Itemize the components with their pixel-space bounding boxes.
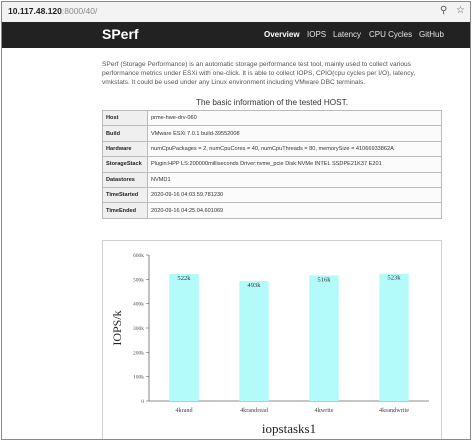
bookmark-star-icon[interactable]: ☆ bbox=[456, 5, 465, 16]
zoom-icon[interactable]: ⚲ bbox=[440, 5, 447, 16]
url-path: :8000/40/ bbox=[61, 6, 98, 16]
nav-latency[interactable]: Latency bbox=[333, 30, 361, 39]
table-row: TimeStarted 2020-09-16 04:03.59.781230 bbox=[102, 186, 442, 204]
x-tick-label: 4krandread bbox=[240, 407, 269, 414]
bar-data-label: 522k bbox=[177, 275, 191, 282]
y-axis-title: IOPS/k bbox=[110, 310, 124, 345]
y-tick-label: 0 bbox=[141, 399, 144, 405]
bar-data-label: 516k bbox=[317, 276, 331, 283]
row-key: TimeStarted bbox=[102, 186, 148, 204]
y-tick-label: 100k bbox=[133, 375, 144, 381]
y-tick-label: 300k bbox=[133, 326, 144, 332]
y-tick-label: 500k bbox=[133, 277, 144, 283]
y-tick-label: 600k bbox=[133, 253, 144, 259]
x-tick-label: 4krandwrite bbox=[379, 407, 409, 414]
x-tick-label: 4krand bbox=[175, 407, 193, 414]
row-value: NVMD1 bbox=[147, 171, 442, 188]
nav-overview[interactable]: Overview bbox=[264, 30, 300, 39]
y-tick-label: 400k bbox=[133, 302, 144, 308]
row-value: Plugin:HPP LS:200000milliseconds Driver:… bbox=[147, 156, 442, 173]
x-tick-label: 4kwrite bbox=[315, 407, 334, 414]
row-value: prme-hwe-drv-060 bbox=[147, 109, 442, 127]
table-row: Build VMware ESXi 7.0.1 build-39552008 bbox=[102, 125, 442, 142]
bar bbox=[379, 273, 409, 401]
table-row: TimeEnded 2020-09-16 04:25.04.601069 bbox=[102, 202, 442, 219]
nav-cpu-cycles[interactable]: CPU Cycles bbox=[369, 30, 412, 39]
table-row: StorageStack Plugin:HPP LS:200000millisec… bbox=[102, 156, 442, 173]
row-key: Build bbox=[102, 125, 148, 142]
row-value: 2020-09-16 04:25.04.601069 bbox=[147, 202, 442, 219]
table-row: Datastores NVMD1 bbox=[102, 171, 442, 188]
row-key: Host bbox=[102, 109, 148, 127]
bar-data-label: 493k bbox=[247, 282, 261, 289]
row-value: numCpuPackages = 2, numCpuCores = 40, nu… bbox=[147, 140, 442, 158]
brand-logo[interactable]: SPerf bbox=[102, 26, 139, 42]
row-key: Hardware bbox=[102, 140, 148, 158]
bar bbox=[239, 281, 269, 401]
bar bbox=[309, 275, 339, 401]
host-table-title: The basic information of the tested HOST… bbox=[196, 98, 348, 107]
host-info-table: Host prme-hwe-drv-060 Build VMware ESXi 7.… bbox=[102, 109, 442, 219]
nav-iops[interactable]: IOPS bbox=[307, 30, 326, 39]
url-host: 10.117.48.120 bbox=[8, 6, 62, 16]
row-key: Datastores bbox=[102, 171, 148, 188]
top-navbar: SPerf Overview IOPS Latency CPU Cycles G… bbox=[2, 22, 470, 48]
bar bbox=[169, 273, 199, 401]
row-key: StorageStack bbox=[102, 156, 148, 173]
row-value: VMware ESXi 7.0.1 build-39552008 bbox=[147, 125, 442, 142]
iops-bar-chart: 0 100k 200k 300k 400k 500k 600k 522k 4krand 493k 4… bbox=[110, 253, 429, 436]
url-text[interactable]: 10.117.48.120:8000/40/ bbox=[8, 6, 97, 16]
bar-data-label: 523k bbox=[387, 275, 401, 282]
y-tick-label: 200k bbox=[133, 350, 144, 356]
table-row: Hardware numCpuPackages = 2, numCpuCores … bbox=[102, 140, 442, 158]
address-bar[interactable]: 10.117.48.120:8000/40/ ⚲ ☆ bbox=[2, 2, 470, 23]
row-key: TimeEnded bbox=[102, 202, 148, 219]
browser-window: 10.117.48.120:8000/40/ ⚲ ☆ SPerf Overvie… bbox=[1, 1, 471, 440]
intro-description: SPerf (Storage Performance) is an automa… bbox=[102, 61, 416, 87]
table-row: Host prme-hwe-drv-060 bbox=[102, 109, 442, 127]
x-axis-title: iopstasks1 bbox=[262, 421, 316, 436]
nav-github[interactable]: GitHub bbox=[419, 30, 444, 39]
iops-chart-panel: 0 100k 200k 300k 400k 500k 600k 522k 4krand 493k 4… bbox=[102, 240, 442, 439]
row-value: 2020-09-16 04:03.59.781230 bbox=[147, 186, 442, 204]
